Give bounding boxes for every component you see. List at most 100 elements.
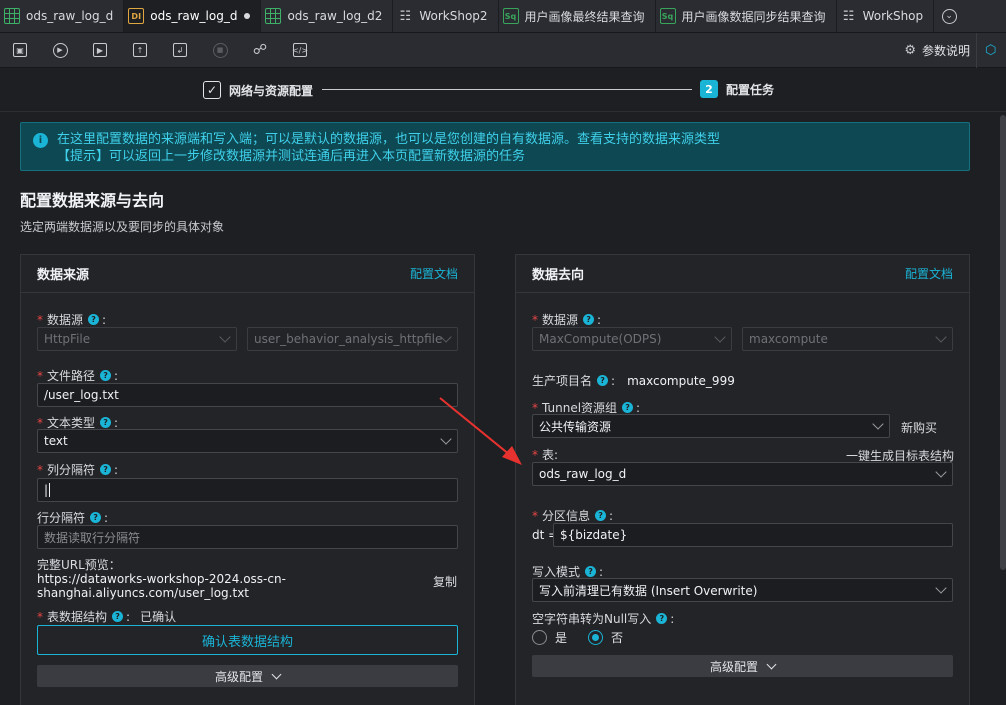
tab-user-profile-sync-query[interactable]: Sq 用户画像数据同步结果查询 — [656, 0, 837, 32]
chevron-down-icon — [766, 659, 777, 669]
sql-icon: Sq — [659, 8, 676, 24]
section-title: 配置数据来源与去向 — [20, 191, 165, 210]
step-configure-task: 2 配置任务 — [700, 80, 774, 98]
table-icon — [4, 8, 20, 24]
target-doc-link[interactable]: 配置文档 — [905, 265, 953, 282]
submit-button[interactable]: ↑ — [120, 33, 160, 68]
tunnel-resource-select[interactable]: 公共传输资源 — [532, 414, 890, 438]
tab-label: 用户画像数据同步结果查询 — [681, 9, 826, 24]
column-separator-label: * 列分隔符?: — [37, 462, 119, 478]
help-icon[interactable]: ? — [583, 314, 595, 325]
row-separator-label: 行分隔符?: — [37, 510, 109, 526]
help-icon[interactable]: ? — [597, 375, 609, 386]
target-table-select[interactable]: ods_raw_log_d — [532, 462, 953, 486]
help-icon[interactable]: ? — [622, 402, 634, 413]
chevron-down-icon — [935, 331, 947, 343]
text-caret — [49, 483, 51, 497]
help-icon[interactable]: ? — [100, 370, 112, 381]
save-button[interactable]: ▣ — [0, 33, 40, 68]
target-datasource-type-select[interactable]: MaxCompute(ODPS) — [532, 327, 732, 351]
tab-workshop2[interactable]: ☷ WorkShop2 — [393, 0, 499, 32]
wizard-steps: ✓ 网络与资源配置 2 配置任务 — [0, 68, 1006, 112]
chevron-down-icon — [935, 582, 947, 594]
tab-ods-raw-log-d2[interactable]: ods_raw_log_d2 — [261, 0, 394, 32]
help-icon[interactable]: ? — [100, 464, 112, 475]
submit-icon: ↑ — [133, 43, 147, 57]
source-panel-header: 数据来源 配置文档 — [21, 255, 474, 293]
help-icon[interactable]: ? — [90, 512, 102, 523]
code-button[interactable]: </> — [280, 33, 320, 68]
chevron-down-icon — [935, 466, 947, 478]
stop-button[interactable]: ■ — [200, 33, 240, 68]
target-panel: 数据去向 配置文档 * 数据源?: MaxCompute(ODPS) maxcom… — [515, 254, 970, 705]
source-datasource-label: * 数据源?: — [37, 312, 107, 328]
schema-status: 已确认 — [140, 610, 177, 624]
empty-to-null-no-radio[interactable]: 否 — [588, 629, 623, 646]
section-subtitle: 选定两端数据源以及要同步的具体对象 — [20, 220, 225, 234]
tab-ods-raw-log-d-di[interactable]: DI ods_raw_log_d — [124, 0, 262, 32]
help-icon[interactable]: ? — [595, 510, 607, 521]
help-icon[interactable]: ? — [112, 611, 124, 622]
source-doc-link[interactable]: 配置文档 — [410, 265, 458, 282]
source-datasource-name-select[interactable]: user_behavior_analysis_httpfile — [247, 327, 458, 351]
target-advanced-config-button[interactable]: 高级配置 — [532, 655, 953, 677]
column-separator-input[interactable]: | — [37, 478, 458, 502]
target-datasource-name-select[interactable]: maxcompute — [742, 327, 953, 351]
step-label: 网络与资源配置 — [229, 83, 314, 98]
unsaved-dot-icon — [244, 13, 251, 19]
source-panel: 数据来源 配置文档 * 数据源?: HttpFile user_behavior_… — [20, 254, 475, 705]
target-datasource-label: * 数据源?: — [532, 312, 602, 328]
workflow-icon: ☷ — [842, 8, 855, 24]
tab-ods-raw-log-d-table[interactable]: ods_raw_log_d — [0, 0, 125, 32]
lineage-button[interactable]: ☍ — [240, 33, 280, 68]
partition-value-input[interactable]: ${bizdate} — [553, 523, 953, 547]
right-panel-toggle[interactable]: ⬡ — [976, 33, 1006, 68]
help-icon[interactable]: ? — [100, 417, 112, 428]
workflow-icon: ☷ — [399, 8, 412, 24]
url-preview-line-2: shanghai.aliyuncs.com/user_log.txt — [37, 586, 250, 600]
lineage-icon: ☍ — [252, 42, 268, 58]
buy-resource-link[interactable]: 新购买 — [901, 419, 937, 436]
table-label: * 表: — [532, 447, 559, 463]
help-icon[interactable]: ? — [88, 314, 100, 325]
step-number: 2 — [700, 80, 718, 98]
editor-tab-bar: ods_raw_log_d DI ods_raw_log_d ods_raw_l… — [0, 0, 1006, 33]
table-icon — [265, 8, 282, 24]
write-mode-select[interactable]: 写入前清理已有数据 (Insert Overwrite) — [532, 578, 953, 602]
tab-label: 用户画像最终结果查询 — [524, 9, 645, 24]
run-button[interactable]: ▶ — [40, 33, 80, 68]
target-panel-header: 数据去向 配置文档 — [516, 255, 969, 293]
params-help-button[interactable]: ⚙ 参数说明 — [904, 33, 970, 68]
checkmark-icon: ✓ — [203, 81, 221, 99]
file-path-input[interactable]: /user_log.txt — [37, 383, 458, 407]
tab-overflow-button[interactable]: ⌄ — [934, 0, 964, 32]
radio-off-icon — [532, 630, 547, 645]
tab-label: ods_raw_log_d — [150, 9, 238, 23]
file-type-select[interactable]: text — [37, 429, 458, 453]
tab-user-profile-final-query[interactable]: Sq 用户画像最终结果查询 — [499, 0, 656, 32]
radio-on-icon — [588, 630, 603, 645]
run-params-icon: ▶ — [93, 43, 107, 57]
save-icon: ▣ — [13, 43, 27, 57]
sliders-icon: ⚙ — [904, 43, 916, 58]
copy-url-link[interactable]: 复制 — [433, 573, 457, 590]
params-help-label: 参数说明 — [921, 44, 970, 58]
tab-workshop[interactable]: ☷ WorkShop — [837, 0, 935, 32]
empty-to-null-yes-radio[interactable]: 是 — [532, 629, 567, 646]
help-icon[interactable]: ? — [656, 613, 668, 624]
di-icon: DI — [128, 8, 145, 24]
confirm-schema-button[interactable]: 确认表数据结构 — [37, 625, 458, 655]
source-advanced-config-button[interactable]: 高级配置 — [37, 665, 458, 687]
deploy-button[interactable]: ↲ — [160, 33, 200, 68]
url-preview-line-1: https://dataworks-workshop-2024.oss-cn- — [37, 572, 286, 586]
partition-label: * 分区信息?: — [532, 508, 614, 524]
path-label: * 文件路径?: — [37, 368, 119, 384]
page-scrollbar[interactable] — [1000, 115, 1006, 570]
help-icon[interactable]: ? — [585, 566, 597, 577]
run-with-params-button[interactable]: ▶ — [80, 33, 120, 68]
row-separator-input[interactable]: 数据读取行分隔符 — [37, 525, 458, 549]
step-network-resource[interactable]: ✓ 网络与资源配置 — [203, 81, 313, 99]
source-datasource-type-select[interactable]: HttpFile — [37, 327, 237, 351]
empty-to-null-label: 空字符串转为Null写入?: — [532, 611, 675, 627]
chevron-down-icon — [440, 433, 452, 445]
